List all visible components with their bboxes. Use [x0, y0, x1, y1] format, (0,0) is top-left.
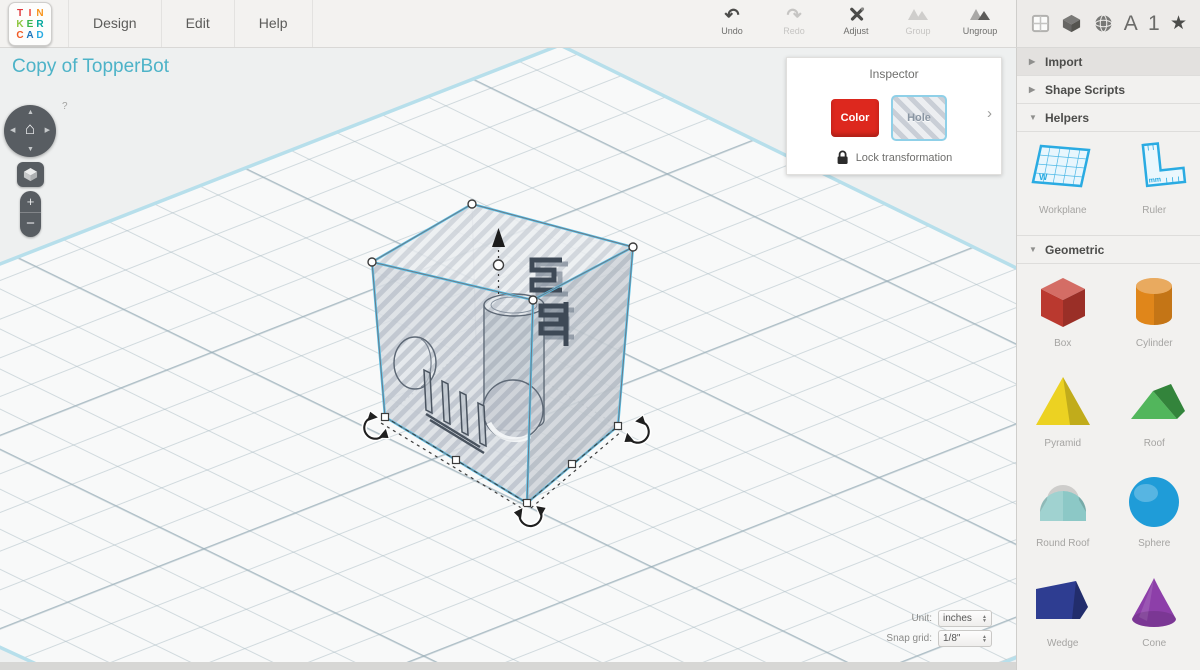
shape-panel-header: A 1 ★: [1016, 0, 1200, 48]
section-import[interactable]: ▶ Import: [1017, 48, 1200, 76]
sphere-shape-icon: [1119, 469, 1189, 533]
cone-shape-icon: [1119, 569, 1189, 633]
home-view-icon[interactable]: ⌂: [4, 120, 56, 137]
ruler-icon: mm: [1121, 139, 1187, 197]
cube-icon: [23, 167, 38, 182]
lock-icon: [836, 150, 849, 165]
hole-swatch-selected[interactable]: Hole: [891, 95, 947, 141]
expanded-triangle-icon: ▼: [1029, 104, 1037, 132]
unit-row: Unit: inches ▲▼: [842, 610, 992, 627]
redo-icon: ↷: [764, 5, 824, 26]
shape-library-sidebar: ▶ Import ▶ Shape Scripts ▼ Helpers W Wor…: [1016, 48, 1200, 670]
round-roof-shape-icon: [1028, 469, 1098, 533]
wedge-shape-icon: [1028, 569, 1098, 633]
svg-text:mm: mm: [1149, 176, 1162, 184]
helpers-body: W Workplane mm Ruler: [1017, 132, 1200, 236]
zoom-out-button[interactable]: −: [20, 213, 41, 236]
section-geometric[interactable]: ▼ Geometric: [1017, 236, 1200, 264]
inner-sphere: [483, 380, 543, 440]
zoom-in-button[interactable]: +: [20, 191, 41, 213]
shape-wedge[interactable]: Wedge: [1017, 564, 1109, 664]
favorites-star-icon[interactable]: ★: [1170, 12, 1187, 35]
geometric-shapes-grid: Box Cylinder Pyramid: [1017, 264, 1200, 664]
orbit-down-icon[interactable]: ▼: [27, 146, 34, 153]
number-shapes-icon[interactable]: 1: [1148, 12, 1160, 36]
text-shapes-icon[interactable]: A: [1124, 12, 1138, 36]
snap-grid-row: Snap grid: 1/8" ▲▼: [842, 630, 992, 647]
menu-edit[interactable]: Edit: [162, 0, 235, 47]
edit-actions: ↶ Undo ↷ Redo Adjust Group Ungroup: [702, 5, 1010, 36]
box-shape-icon: [1028, 269, 1098, 333]
pyramid-shape-icon: [1028, 369, 1098, 433]
roof-shape-icon: [1119, 369, 1189, 433]
shape-box[interactable]: Box: [1017, 264, 1109, 364]
shape-sphere[interactable]: Sphere: [1109, 464, 1200, 564]
color-swatch[interactable]: Color: [831, 99, 879, 137]
nav-help-icon[interactable]: ?: [62, 101, 68, 112]
workplane-category-icon[interactable]: [1030, 13, 1051, 34]
design-title: Copy of TopperBot: [12, 56, 169, 78]
shapes-category-icon[interactable]: [1061, 13, 1082, 34]
menu-help[interactable]: Help: [235, 0, 313, 47]
unit-label: Unit:: [911, 613, 932, 624]
snap-grid-select[interactable]: 1/8" ▲▼: [938, 630, 992, 647]
workplane-icon: W: [1030, 139, 1096, 197]
shape-pyramid[interactable]: Pyramid: [1017, 364, 1109, 464]
select-stepper-icon: ▲▼: [982, 615, 987, 623]
helper-workplane[interactable]: W Workplane: [1017, 139, 1109, 235]
canvas-bottom-strip: [0, 662, 1016, 670]
community-sphere-icon[interactable]: [1093, 13, 1114, 34]
helper-ruler[interactable]: mm Ruler: [1109, 139, 1200, 235]
menu-design[interactable]: Design: [68, 0, 162, 47]
section-helpers[interactable]: ▼ Helpers: [1017, 104, 1200, 132]
unit-select[interactable]: inches ▲▼: [938, 610, 992, 627]
adjust-icon: [826, 5, 886, 26]
select-stepper-icon: ▲▼: [982, 635, 987, 643]
orbit-up-icon[interactable]: ▲: [27, 109, 34, 116]
shape-roof[interactable]: Roof: [1109, 364, 1200, 464]
zoom-control[interactable]: + −: [20, 191, 41, 237]
top-toolbar: TIN KER CAD Design Edit Help ↶ Undo ↷ Re…: [0, 0, 1016, 48]
3d-viewport[interactable]: Copy of TopperBot ▲ ▼ ◀ ▶ ⌂ ? + − Inspec…: [0, 48, 1016, 662]
collapsed-triangle-icon: ▶: [1029, 48, 1035, 76]
view-navigation-pad[interactable]: ▲ ▼ ◀ ▶ ⌂: [4, 105, 56, 157]
lock-transformation-toggle[interactable]: Lock transformation: [787, 150, 1001, 165]
shape-cone[interactable]: Cone: [1109, 564, 1200, 664]
inspector-title: Inspector: [787, 67, 1001, 81]
adjust-button[interactable]: Adjust: [826, 5, 886, 36]
inspector-panel: Inspector Color Hole › Lock transformati…: [786, 57, 1002, 175]
collapsed-triangle-icon: ▶: [1029, 76, 1035, 104]
redo-button[interactable]: ↷ Redo: [764, 5, 824, 36]
section-shape-scripts[interactable]: ▶ Shape Scripts: [1017, 76, 1200, 104]
group-icon: [888, 5, 948, 26]
main-menu: Design Edit Help: [68, 0, 313, 47]
undo-icon: ↶: [702, 5, 762, 26]
fit-view-button[interactable]: [17, 162, 44, 187]
cylinder-shape-icon: [1119, 269, 1189, 333]
group-button[interactable]: Group: [888, 5, 948, 36]
snap-grid-label: Snap grid:: [886, 633, 932, 644]
shape-round-roof[interactable]: Round Roof: [1017, 464, 1109, 564]
lock-transformation-label: Lock transformation: [856, 152, 953, 164]
shape-cylinder[interactable]: Cylinder: [1109, 264, 1200, 364]
ungroup-button[interactable]: Ungroup: [950, 5, 1010, 36]
undo-button[interactable]: ↶ Undo: [702, 5, 762, 36]
tinkercad-logo[interactable]: TIN KER CAD: [8, 2, 52, 46]
inspector-expand-chevron-icon[interactable]: ›: [987, 105, 992, 122]
svg-text:W: W: [1039, 172, 1048, 182]
expanded-triangle-icon: ▼: [1029, 236, 1037, 264]
ungroup-icon: [950, 5, 1010, 26]
